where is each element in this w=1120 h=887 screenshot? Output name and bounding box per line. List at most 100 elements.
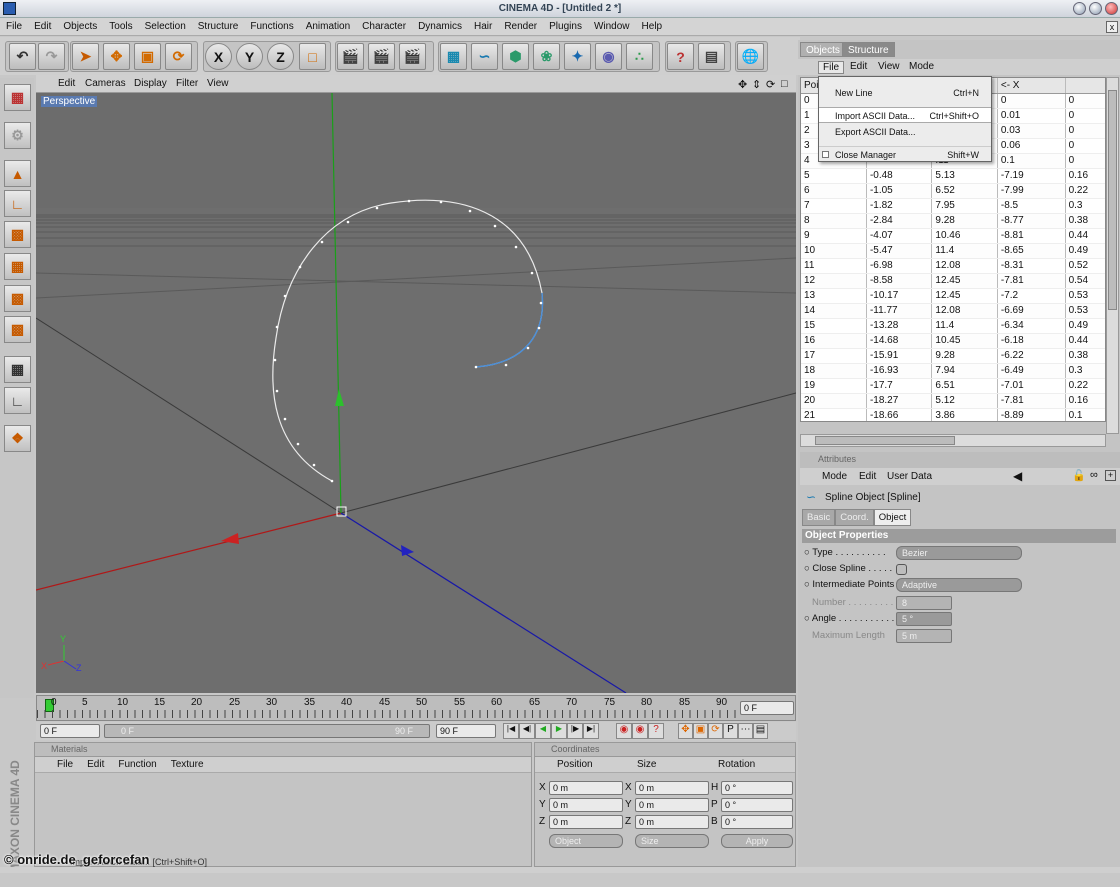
viewport-maximize-icon[interactable]: □ — [781, 78, 788, 90]
table-cell[interactable]: -11.77 — [866, 303, 933, 319]
table-row[interactable]: 14-11.7712.08-6.690.530 — [801, 303, 1105, 319]
tab-coord[interactable]: Coord. — [835, 509, 874, 526]
table-cell[interactable]: -8.77 — [997, 213, 1066, 229]
table-cell[interactable]: 5 — [801, 168, 867, 184]
camera-icon[interactable]: ∴ — [626, 43, 653, 70]
live-select-icon[interactable]: ➤ — [72, 43, 99, 70]
model-tool-icon[interactable]: ⚙ — [4, 122, 31, 149]
next-key-icon[interactable]: |▶ — [567, 723, 583, 739]
table-row[interactable]: 7-1.827.95-8.50.30 — [801, 198, 1105, 214]
table-cell[interactable]: 12 — [801, 273, 867, 289]
table-cell[interactable]: 0.03 — [997, 123, 1066, 139]
coordinate-system-icon[interactable]: □ — [299, 43, 326, 70]
scroll-thumb[interactable] — [815, 436, 955, 445]
render-view-icon[interactable]: 🎬 — [337, 43, 364, 70]
menu-functions[interactable]: Functions — [244, 18, 299, 32]
table-cell[interactable]: 18 — [801, 363, 867, 379]
type-select[interactable]: Bezier — [896, 546, 1022, 560]
menu-item-new-line[interactable]: New Line Ctrl+N — [819, 85, 991, 101]
table-cell[interactable]: 20 — [801, 393, 867, 409]
timeline-ruler[interactable]: 0 5 10 15 20 25 30 35 40 45 50 55 60 65 … — [36, 695, 796, 721]
table-cell[interactable]: 0 — [1065, 93, 1105, 109]
table-row[interactable]: 9-4.0710.46-8.810.440 — [801, 228, 1105, 244]
table-cell[interactable]: 0.3 — [1065, 363, 1105, 379]
table-cell[interactable]: 0 — [1065, 108, 1105, 124]
table-cell[interactable]: -8.5 — [997, 198, 1066, 214]
help-icon[interactable]: ? — [667, 43, 694, 70]
table-cell[interactable]: 0.38 — [1065, 348, 1105, 364]
script-manager-icon[interactable]: ▤ — [698, 43, 725, 70]
table-cell[interactable]: -6.22 — [997, 348, 1066, 364]
tab-basic[interactable]: Basic — [802, 509, 836, 526]
close-icon[interactable] — [1105, 2, 1118, 15]
structure-menu-view[interactable]: View — [878, 61, 900, 72]
structure-menu-edit[interactable]: Edit — [850, 61, 867, 72]
frame-range-slider[interactable]: 0 F 90 F — [104, 724, 430, 738]
table-cell[interactable]: 0.49 — [1065, 318, 1105, 334]
scroll-thumb[interactable] — [1108, 90, 1117, 310]
go-to-start-icon[interactable]: |◀ — [503, 723, 519, 739]
table-cell[interactable]: -0.48 — [866, 168, 933, 184]
table-row[interactable]: 18-16.937.94-6.490.30 — [801, 363, 1105, 379]
table-cell[interactable]: -16.93 — [866, 363, 933, 379]
table-cell[interactable]: 0.38 — [1065, 213, 1105, 229]
key-pla-icon[interactable]: ⋯ — [738, 723, 753, 739]
undo-icon[interactable]: ↶ — [9, 43, 36, 70]
environment-icon[interactable]: ◉ — [595, 43, 622, 70]
viewport-canvas[interactable] — [36, 93, 796, 693]
table-row[interactable]: 20-18.275.12-7.810.160 — [801, 393, 1105, 409]
coordinate-mode-select[interactable]: Object — [549, 834, 623, 848]
restore-icon[interactable]: x — [1106, 21, 1118, 33]
table-cell[interactable]: 21 — [801, 408, 867, 421]
table-vertical-scrollbar[interactable] — [1106, 77, 1119, 434]
table-cell[interactable]: -8.81 — [997, 228, 1066, 244]
size-y-field[interactable]: 0 m — [635, 798, 709, 812]
position-z-field[interactable]: 0 m — [549, 815, 623, 829]
y-axis-icon[interactable]: Y — [236, 43, 263, 70]
spline-pen-icon[interactable]: ∽ — [471, 43, 498, 70]
table-cell[interactable]: -5.47 — [866, 243, 933, 259]
table-cell[interactable]: -2.84 — [866, 213, 933, 229]
viewport-menu-view[interactable]: View — [207, 78, 229, 89]
object-axis-icon[interactable]: ▲ — [4, 160, 31, 187]
table-cell[interactable]: 0 — [997, 93, 1066, 109]
table-row[interactable]: 16-14.6810.45-6.180.440 — [801, 333, 1105, 349]
polygons-mode-icon[interactable]: ▩ — [4, 285, 31, 312]
viewport-zoom-icon[interactable]: ⇕ — [752, 78, 761, 91]
viewport-menu-display[interactable]: Display — [134, 78, 167, 89]
structure-menu-mode[interactable]: Mode — [909, 61, 934, 72]
table-cell[interactable]: -7.81 — [997, 273, 1066, 289]
table-cell[interactable]: -6.49 — [997, 363, 1066, 379]
viewport-menu-filter[interactable]: Filter — [176, 78, 198, 89]
table-cell[interactable]: 12.08 — [931, 258, 998, 274]
menu-window[interactable]: Window — [588, 18, 636, 32]
rotation-b-field[interactable]: 0 ° — [721, 815, 793, 829]
lock-icon[interactable]: 🔓 — [1072, 469, 1086, 482]
table-cell[interactable]: 0.44 — [1065, 228, 1105, 244]
table-cell[interactable]: 12.08 — [931, 303, 998, 319]
table-cell[interactable]: -18.66 — [866, 408, 933, 421]
table-cell[interactable]: -8.65 — [997, 243, 1066, 259]
table-cell[interactable]: 0.1 — [997, 153, 1066, 169]
table-row[interactable]: 15-13.2811.4-6.340.490 — [801, 318, 1105, 334]
viewport-move-icon[interactable]: ✥ — [738, 78, 747, 91]
table-cell[interactable]: 7.95 — [931, 198, 998, 214]
rotation-h-field[interactable]: 0 ° — [721, 781, 793, 795]
table-cell[interactable]: 0.22 — [1065, 378, 1105, 394]
table-cell[interactable]: 0.53 — [1065, 288, 1105, 304]
table-cell[interactable]: 17 — [801, 348, 867, 364]
new-window-icon[interactable]: + — [1105, 470, 1116, 481]
table-cell[interactable]: -17.7 — [866, 378, 933, 394]
end-frame-field[interactable]: 90 F — [436, 724, 496, 738]
number-field[interactable]: 8 — [896, 596, 952, 610]
autokeying-icon[interactable]: ◉ — [632, 723, 648, 739]
viewport-rotate-icon[interactable]: ⟳ — [766, 78, 775, 91]
table-row[interactable]: 21-18.663.86-8.890.10 — [801, 408, 1105, 421]
scale-icon[interactable]: ▣ — [134, 43, 161, 70]
tab-structure[interactable]: Structure — [842, 42, 895, 57]
texture-axis-icon[interactable]: ∟ — [4, 190, 31, 217]
render-settings-icon[interactable]: 🎬 — [399, 43, 426, 70]
size-x-field[interactable]: 0 m — [635, 781, 709, 795]
previous-key-icon[interactable]: ◀| — [519, 723, 535, 739]
key-rotation-icon[interactable]: ⟳ — [708, 723, 723, 739]
